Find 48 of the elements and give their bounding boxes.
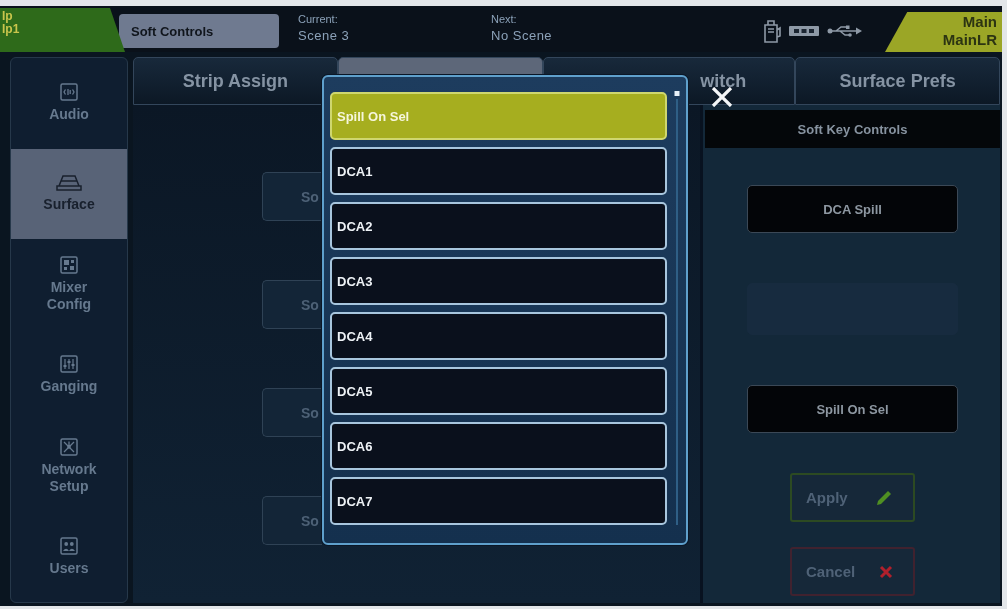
sidebar-item[interactable]: Surface [11, 148, 127, 240]
tab[interactable]: Surface Prefs [795, 57, 1000, 105]
input-channel: Ip1 [2, 23, 20, 36]
soft-key-button[interactable]: So [262, 172, 322, 221]
sidebar-item[interactable]: Mixer Config [11, 239, 127, 330]
sidebar-item[interactable]: Audio [11, 58, 127, 149]
close-button[interactable] [711, 87, 733, 107]
usb-icon [827, 25, 863, 37]
scrollbar[interactable] [674, 91, 680, 525]
panel-header: Soft Key Controls [705, 110, 1000, 148]
soft-key-button[interactable]: So [262, 280, 322, 329]
soft-key-button[interactable]: So [262, 496, 322, 545]
faders-icon [60, 355, 78, 374]
device-icon [763, 19, 781, 43]
next-scene-name: No Scene [491, 29, 553, 43]
sidebar-item[interactable]: Network Setup [11, 420, 127, 512]
soft-key-assignment[interactable]: Spill On Sel [747, 385, 958, 433]
current-scene-name: Scene 3 [298, 29, 350, 43]
dropdown-option[interactable]: DCA5 [330, 367, 667, 415]
cancel-button[interactable]: Cancel [790, 547, 915, 596]
dropdown-option[interactable]: DCA7 [330, 477, 667, 525]
tab[interactable]: Strip Assign [133, 57, 338, 105]
screen-title: Soft Controls [119, 14, 279, 48]
dropdown-option[interactable]: DCA4 [330, 312, 667, 360]
current-scene-label: Current: [298, 12, 338, 26]
dropdown-option[interactable]: DCA6 [330, 422, 667, 470]
people-icon [60, 536, 78, 555]
soft-key-button[interactable]: So [262, 388, 322, 437]
cross-icon [879, 564, 893, 579]
dropdown-option[interactable]: Spill On Sel [330, 92, 667, 140]
console-icon [56, 175, 82, 191]
dropdown-option[interactable]: DCA3 [330, 257, 667, 305]
soft-key-assignment[interactable]: DCA Spill [747, 185, 958, 233]
sidebar-item[interactable]: Ganging [11, 330, 127, 421]
waveform-box-icon [60, 83, 78, 102]
pencil-icon [875, 488, 893, 507]
next-scene-label: Next: [491, 12, 517, 26]
output-channel: MainLR [942, 31, 997, 49]
input-name: Ip [2, 10, 13, 23]
network-icon [60, 437, 78, 456]
grid-box-icon [60, 256, 78, 275]
dropdown-option[interactable]: DCA1 [330, 147, 667, 195]
dropdown-option[interactable]: DCA2 [330, 202, 667, 250]
close-icon [711, 87, 733, 107]
output-name: Main [962, 13, 997, 31]
port-icon [789, 26, 819, 36]
apply-button[interactable]: Apply [790, 473, 915, 522]
sidebar-item[interactable]: Users [11, 511, 127, 602]
